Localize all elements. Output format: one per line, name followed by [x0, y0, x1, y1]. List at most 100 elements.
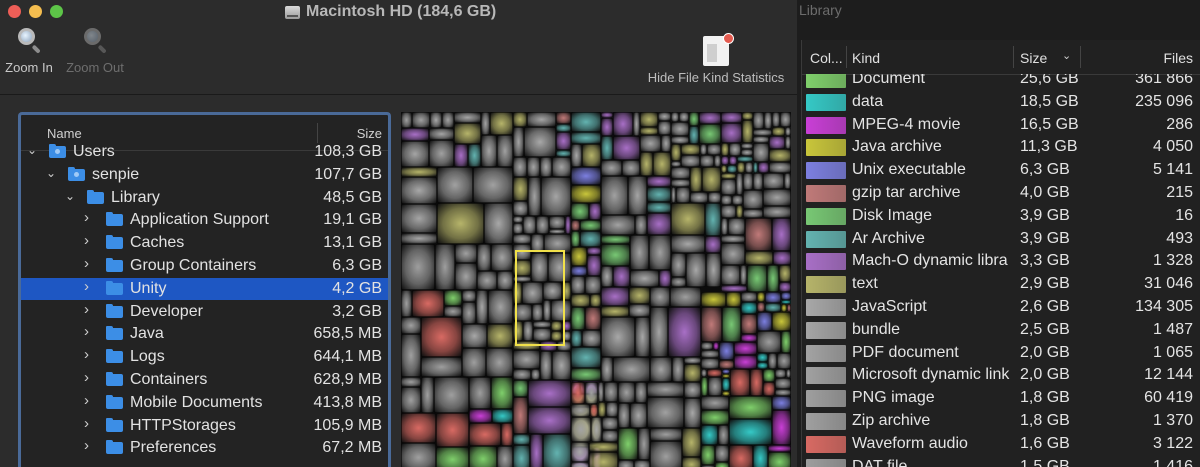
file-kind-table[interactable]: Col... Kind Size ⌄ Files Document 25,6 GB… [801, 40, 1200, 467]
treemap-file-cell[interactable] [640, 135, 661, 152]
file-kind-row[interactable]: Zip archive 1,8 GB 1 370 [802, 410, 1200, 433]
minimize-window-button[interactable] [29, 5, 42, 18]
treemap-file-cell[interactable] [571, 266, 587, 276]
treemap-file-cell[interactable] [571, 294, 590, 307]
treemap-file-cell[interactable] [671, 253, 686, 277]
treemap-file-cell[interactable] [630, 235, 649, 270]
treemap-file-cell[interactable] [602, 430, 618, 442]
treemap-file-cell[interactable] [513, 234, 531, 244]
treemap-file-cell[interactable] [628, 176, 647, 215]
treemap-file-cell[interactable] [707, 144, 721, 155]
treemap-file-cell[interactable] [513, 112, 527, 127]
treemap-file-cell[interactable] [601, 215, 635, 235]
treemap-file-cell[interactable] [757, 302, 765, 312]
treemap-file-cell[interactable] [671, 112, 679, 122]
chevron-down-icon[interactable]: ⌄ [27, 144, 37, 156]
treemap-file-cell[interactable] [690, 167, 702, 192]
treemap-file-cell[interactable] [671, 235, 705, 253]
treemap-file-cell[interactable] [513, 177, 528, 201]
treemap-file-cell[interactable] [421, 317, 462, 357]
treemap-file-cell[interactable] [785, 127, 791, 136]
treemap-file-cell[interactable] [454, 144, 468, 167]
treemap-file-cell[interactable] [430, 112, 442, 128]
file-kind-row[interactable]: Unix executable 6,3 GB 5 141 [802, 159, 1200, 182]
treemap-file-cell[interactable] [701, 350, 719, 358]
treemap-file-cell[interactable] [601, 266, 613, 287]
treemap-file-cell[interactable] [638, 428, 650, 460]
outline-row[interactable]: › Caches 13,1 GB [21, 232, 388, 254]
outline-row[interactable]: › Java 658,5 MB [21, 323, 388, 345]
treemap-file-cell[interactable] [784, 173, 791, 189]
treemap-file-cell[interactable] [721, 179, 736, 195]
treemap-file-cell[interactable] [721, 195, 732, 205]
treemap-file-cell[interactable] [601, 357, 613, 382]
treemap-file-cell[interactable] [528, 407, 571, 434]
treemap-file-cell[interactable] [736, 205, 743, 218]
treemap-file-cell[interactable] [469, 446, 497, 467]
treemap-file-cell[interactable] [540, 157, 552, 177]
treemap-file-cell[interactable] [591, 417, 602, 442]
treemap-file-cell[interactable] [552, 351, 571, 380]
treemap-file-cell[interactable] [585, 307, 601, 330]
treemap-file-cell[interactable] [401, 443, 436, 467]
color-column-header[interactable]: Col... [810, 50, 843, 66]
treemap-file-cell[interactable] [763, 189, 791, 206]
treemap-file-cell[interactable] [736, 173, 743, 195]
close-window-button[interactable] [8, 5, 21, 18]
treemap-file-cell[interactable] [630, 270, 659, 287]
treemap-file-cell[interactable] [741, 149, 753, 156]
treemap-file-cell[interactable] [764, 112, 772, 129]
treemap-file-cell[interactable] [437, 203, 484, 244]
treemap-file-cell[interactable] [444, 306, 462, 317]
file-kind-row[interactable]: Mach-O dynamic libra 3,3 GB 1 328 [802, 250, 1200, 273]
treemap-file-cell[interactable] [601, 176, 628, 215]
treemap-file-cell[interactable] [765, 303, 781, 312]
treemap-file-cell[interactable] [721, 143, 729, 156]
treemap-file-cell[interactable] [672, 357, 684, 382]
treemap-file-cell[interactable] [513, 127, 524, 157]
treemap-file-cell[interactable] [571, 368, 601, 381]
treemap-file-cell[interactable] [763, 369, 775, 382]
treemap-file-cell[interactable] [556, 150, 571, 157]
treemap-file-cell[interactable] [587, 255, 601, 276]
treemap-file-cell[interactable] [528, 177, 541, 216]
treemap-file-cell[interactable] [650, 287, 670, 307]
outline-row[interactable]: ⌄ Users 108,3 GB [21, 141, 388, 163]
treemap-file-cell[interactable] [571, 404, 590, 417]
treemap-file-cell[interactable] [497, 446, 513, 467]
treemap-file-cell[interactable] [705, 203, 721, 236]
treemap-file-cell[interactable] [658, 112, 671, 121]
file-kind-row[interactable]: Ar Archive 3,9 GB 493 [802, 228, 1200, 251]
treemap-file-cell[interactable] [721, 285, 747, 292]
treemap-file-cell[interactable] [671, 136, 689, 144]
treemap-file-cell[interactable] [647, 187, 671, 202]
treemap-file-cell[interactable] [773, 251, 791, 265]
treemap-file-cell[interactable] [476, 290, 488, 324]
treemap-file-cell[interactable] [589, 203, 601, 220]
treemap-file-cell[interactable] [497, 271, 513, 290]
treemap-file-cell[interactable] [490, 112, 513, 135]
treemap-file-cell[interactable] [436, 413, 469, 447]
treemap-file-cell[interactable] [682, 457, 701, 467]
treemap-file-cell[interactable] [681, 155, 700, 167]
treemap-file-cell[interactable] [421, 377, 434, 413]
treemap-file-cell[interactable] [622, 160, 640, 176]
treemap-file-cell[interactable] [741, 314, 757, 334]
treemap-file-cell[interactable] [701, 445, 715, 465]
file-kind-row[interactable]: text 2,9 GB 31 046 [802, 273, 1200, 296]
treemap-file-cell[interactable] [613, 112, 633, 136]
chevron-right-icon[interactable]: › [84, 438, 94, 453]
treemap-file-cell[interactable] [745, 218, 772, 251]
treemap-file-cell[interactable] [412, 112, 430, 128]
treemap-file-cell[interactable] [401, 204, 437, 233]
treemap-file-cell[interactable] [671, 167, 690, 179]
outline-row[interactable]: › Application Support 19,1 GB [21, 209, 388, 231]
treemap-file-cell[interactable] [571, 247, 587, 266]
treemap-file-cell[interactable] [513, 201, 528, 216]
treemap-file-cell[interactable] [779, 265, 791, 282]
outline-row[interactable]: › Developer 3,2 GB [21, 301, 388, 323]
treemap-file-cell[interactable] [635, 317, 650, 357]
treemap-file-cell[interactable] [580, 220, 601, 231]
treemap-file-cell[interactable] [484, 203, 513, 244]
treemap-file-cell[interactable] [671, 277, 686, 287]
